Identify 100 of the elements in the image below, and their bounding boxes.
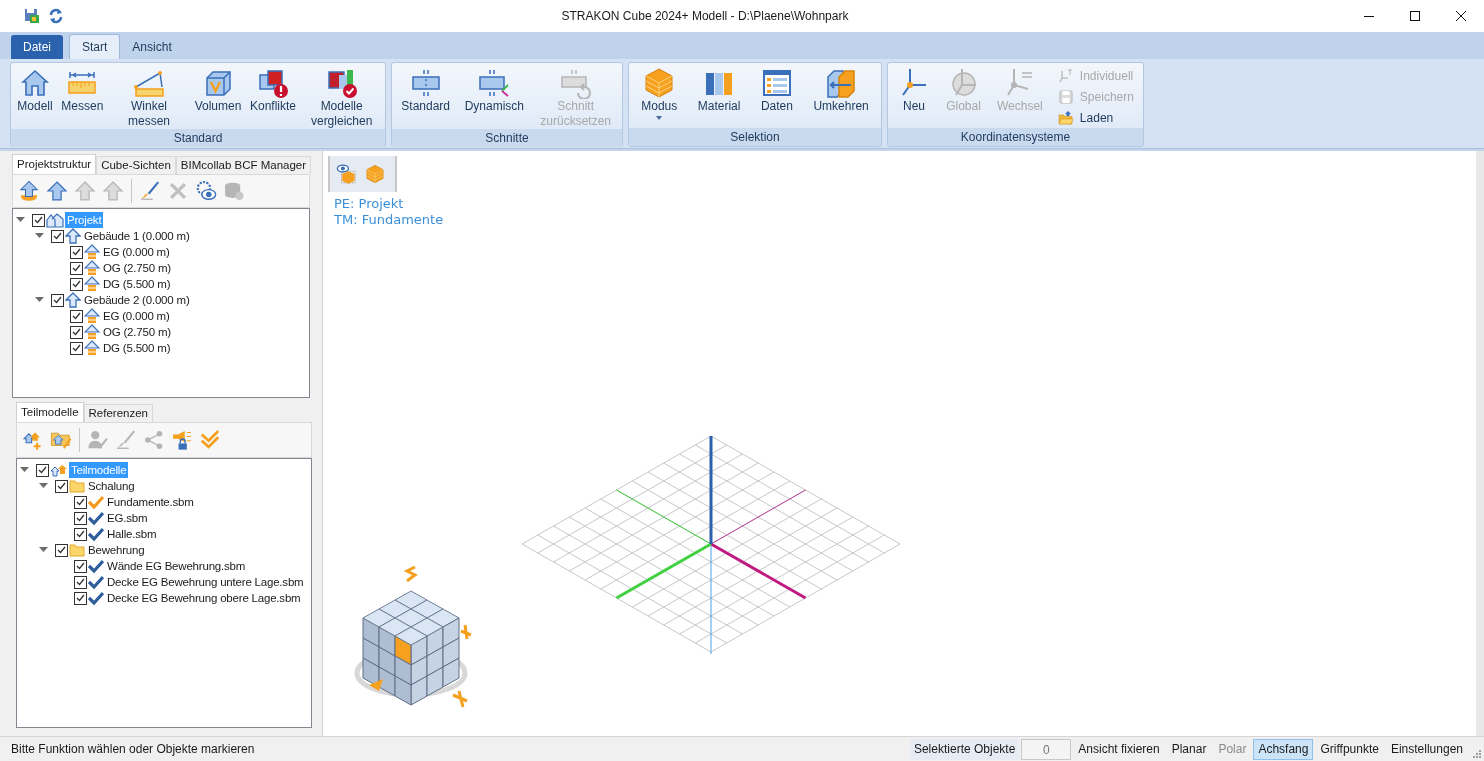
checkbox[interactable] <box>55 479 68 493</box>
checkbox[interactable] <box>55 543 68 557</box>
tree-item[interactable]: Decke EG Bewehrung obere Lage.sbm <box>105 590 303 606</box>
toolbar-button[interactable] <box>138 179 162 203</box>
panel-tab[interactable]: Cube-Sichten <box>96 156 176 174</box>
panel-tab[interactable]: Projektstruktur <box>12 154 97 174</box>
checkbox[interactable] <box>74 591 87 605</box>
tree-item[interactable]: Bewehrung <box>86 542 147 558</box>
ribbon-button[interactable]: Umkehren <box>810 65 872 114</box>
tree-item[interactable]: Schalung <box>86 478 137 494</box>
tree-item[interactable]: EG (0.000 m) <box>101 244 172 260</box>
ribbon-button[interactable]: Konflikte <box>246 65 299 114</box>
checkbox[interactable] <box>70 309 83 323</box>
eye-cube-icon <box>336 163 358 185</box>
tree-item[interactable]: EG.sbm <box>105 510 150 526</box>
collapse-caret-icon[interactable] <box>35 233 44 239</box>
tree-item[interactable]: Decke EG Bewehrung untere Lage.sbm <box>105 574 306 590</box>
swap-icon <box>825 67 858 99</box>
refresh-icon[interactable] <box>48 8 64 24</box>
checkbox[interactable] <box>32 213 45 227</box>
toolbar-button[interactable] <box>336 163 358 185</box>
resize-grip-icon[interactable] <box>1472 749 1482 759</box>
collapse-caret-icon[interactable] <box>35 297 44 303</box>
ribbon-button[interactable]: Modus <box>638 65 681 120</box>
toolbar-button[interactable] <box>45 179 69 203</box>
toolbar-button[interactable] <box>170 428 194 452</box>
collapse-caret-icon[interactable] <box>39 483 48 489</box>
close-icon <box>1456 11 1466 21</box>
toolbar-button[interactable] <box>194 179 218 203</box>
section-icon <box>409 67 442 99</box>
ribbon-button[interactable]: Winkel messen <box>109 65 189 129</box>
floor-icon <box>84 308 100 324</box>
panel-tab[interactable]: Referenzen <box>83 404 153 422</box>
panel-tab[interactable]: BIMcollab BCF Manager <box>175 156 312 174</box>
checkbox[interactable] <box>70 277 83 291</box>
ribbon-button[interactable]: Material <box>694 65 744 114</box>
checkbox[interactable] <box>70 245 83 259</box>
checkbox[interactable] <box>74 495 87 509</box>
checkbox[interactable] <box>70 325 83 339</box>
folder-icon <box>69 543 85 557</box>
ribbon-button[interactable]: Laden <box>1055 108 1136 128</box>
group-label: Selektion <box>629 128 881 146</box>
stacked-cubes-icon <box>365 164 385 184</box>
tree-item[interactable]: Fundamente.sbm <box>105 494 196 510</box>
section-icon <box>478 67 511 99</box>
floor-icon <box>84 324 100 340</box>
ribbon-button[interactable]: Modelle vergleichen <box>301 65 382 129</box>
status-toggle[interactable]: Achsfang <box>1253 738 1314 760</box>
collapse-caret-icon[interactable] <box>20 467 29 473</box>
checkbox[interactable] <box>70 261 83 275</box>
checkbox[interactable] <box>74 511 87 525</box>
status-toggle[interactable]: Planar <box>1166 738 1212 760</box>
toolbar-button[interactable] <box>17 179 41 203</box>
status-toggle[interactable]: Einstellungen <box>1385 738 1468 760</box>
ribbon-button[interactable]: Dynamisch <box>461 65 527 114</box>
checkbox[interactable] <box>36 463 49 477</box>
collapse-caret-icon[interactable] <box>16 217 25 223</box>
ribbon-button[interactable]: Messen <box>58 65 107 114</box>
submodels-icon <box>50 462 68 478</box>
viewport-info-text: PE: Projekt <box>334 196 405 212</box>
status-toggle[interactable]: Griffpunkte <box>1315 738 1384 760</box>
tree-item[interactable]: DG (5.500 m) <box>101 340 173 356</box>
checkmark-icon <box>34 216 43 224</box>
double-check-icon <box>199 429 221 451</box>
tree-item[interactable]: DG (5.500 m) <box>101 276 173 292</box>
tree-item[interactable]: OG (2.750 m) <box>101 260 173 276</box>
checkbox[interactable] <box>74 559 87 573</box>
floppy-icon <box>1057 89 1074 105</box>
database-stack-icon <box>223 180 245 202</box>
ribbon-button[interactable]: Neu <box>895 65 934 114</box>
brush-icon <box>139 180 161 202</box>
ribbon-tab[interactable]: Start <box>69 34 121 59</box>
tree-item[interactable]: EG (0.000 m) <box>101 308 172 324</box>
tree-item[interactable]: OG (2.750 m) <box>101 324 173 340</box>
checkbox[interactable] <box>74 527 87 541</box>
checkbox[interactable] <box>74 575 87 589</box>
3d-viewport[interactable]: PE: Projekt TM: Fundamente <box>322 151 1476 736</box>
tree-item[interactable]: Halle.sbm <box>105 526 159 542</box>
panel-tab[interactable]: Teilmodelle <box>16 402 84 422</box>
tree-item[interactable]: Gebäude 1 (0.000 m) <box>82 228 192 244</box>
checkbox[interactable] <box>51 229 64 243</box>
file-tab[interactable]: Datei <box>11 35 63 59</box>
close-icon <box>167 180 189 202</box>
checkbox[interactable] <box>70 341 83 355</box>
group-label: Schnitte <box>392 129 622 147</box>
save-icon[interactable] <box>24 8 40 24</box>
ribbon-button[interactable]: Standard <box>398 65 453 114</box>
collapse-caret-icon[interactable] <box>39 547 48 553</box>
group-label: Koordinatensysteme <box>888 128 1143 146</box>
checkbox[interactable] <box>51 293 64 307</box>
checkmark-icon <box>57 546 66 554</box>
tree-item[interactable]: Wände EG Bewehrung.sbm <box>105 558 248 574</box>
ribbon-button[interactable]: Modell <box>14 65 56 114</box>
status-message: Bitte Funktion wählen oder Objekte markieren <box>10 741 256 758</box>
ribbon-button[interactable]: Daten <box>757 65 796 114</box>
status-toggle[interactable]: Ansicht fixieren <box>1073 738 1165 760</box>
ribbon-button[interactable]: Volumen <box>191 65 245 114</box>
ribbon-tab[interactable]: Ansicht <box>122 35 182 59</box>
tree-item[interactable]: Gebäude 2 (0.000 m) <box>82 292 192 308</box>
brush-icon <box>115 429 137 451</box>
